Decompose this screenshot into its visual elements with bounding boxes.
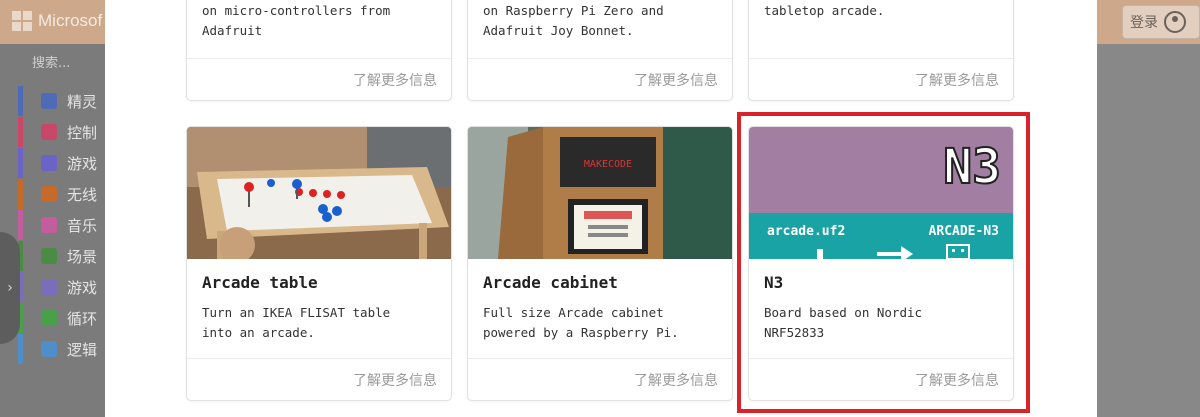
paper-plane-icon xyxy=(41,93,57,109)
expand-sidebar-button[interactable]: › xyxy=(0,232,20,344)
toolbox-category[interactable]: 场景 xyxy=(18,241,105,271)
gamepad-icon xyxy=(41,124,57,140)
toolbox-category[interactable]: 逻辑 xyxy=(18,334,105,364)
card-footer: 了解更多信息 xyxy=(468,358,732,400)
selection-highlight xyxy=(737,112,1030,413)
microsoft-logo-icon xyxy=(12,11,32,31)
toolbox-category[interactable]: 游戏 xyxy=(18,148,105,178)
card-description: Full size Arcade cabinet powered by a Ra… xyxy=(483,305,679,340)
toolbox-category[interactable]: 循环 xyxy=(18,303,105,333)
toolbox-category-label: 无线 xyxy=(67,185,98,204)
card-adafruit[interactable]: on micro-controllers from Adafruit 了解更多信… xyxy=(186,0,452,101)
learn-more-link[interactable]: 了解更多信息 xyxy=(353,70,437,90)
toolbox-category-label: 音乐 xyxy=(67,216,98,235)
card-footer: 了解更多信息 xyxy=(187,58,451,100)
toolbox-category[interactable]: 游戏 xyxy=(18,272,105,302)
shuffle-icon xyxy=(41,341,57,357)
card-description: on Raspberry Pi Zero and Adafruit Joy Bo… xyxy=(483,3,664,38)
card-description: Turn an IKEA FLISAT table into an arcade… xyxy=(202,305,391,340)
signal-icon xyxy=(41,186,57,202)
chevron-right-icon: › xyxy=(7,280,13,296)
card-raspberry-pi-zero[interactable]: on Raspberry Pi Zero and Adafruit Joy Bo… xyxy=(467,0,733,101)
card-arcade-cabinet[interactable]: MAKECODE Arcade cabinet Full size Arcade… xyxy=(467,126,733,401)
toolbox-category-label: 游戏 xyxy=(67,278,98,297)
login-button[interactable]: 登录 xyxy=(1122,5,1200,39)
circle-icon xyxy=(41,155,57,171)
toolbox-category[interactable]: 精灵 xyxy=(18,86,105,116)
arcade-cabinet-image: MAKECODE xyxy=(468,127,732,259)
card-footer: 了解更多信息 xyxy=(468,58,732,100)
svg-text:MAKECODE: MAKECODE xyxy=(584,159,632,170)
toolbox-category-label: 逻辑 xyxy=(67,340,98,359)
toolbox-category[interactable]: 音乐 xyxy=(18,210,105,240)
card-footer: 了解更多信息 xyxy=(187,358,451,400)
workspace-background xyxy=(1097,44,1200,417)
learn-more-link[interactable]: 了解更多信息 xyxy=(353,370,437,390)
card-title: Arcade cabinet xyxy=(483,273,618,292)
toolbox-category-label: 游戏 xyxy=(67,154,98,173)
brand-name: Microsof xyxy=(38,11,103,30)
card-title: Arcade table xyxy=(202,273,318,292)
tree-icon xyxy=(41,248,57,264)
learn-more-link[interactable]: 了解更多信息 xyxy=(915,70,999,90)
card-tabletop-arcade[interactable]: tabletop arcade. 了解更多信息 xyxy=(748,0,1014,101)
card-footer: 了解更多信息 xyxy=(749,58,1013,100)
card-description: on micro-controllers from Adafruit xyxy=(202,3,391,38)
arcade-table-image xyxy=(187,127,451,259)
id-card-icon xyxy=(41,279,57,295)
toolbox-category-label: 循环 xyxy=(67,309,98,328)
login-label: 登录 xyxy=(1130,15,1158,31)
headphones-icon xyxy=(41,217,57,233)
card-description: tabletop arcade. xyxy=(764,3,885,18)
toolbox-category[interactable]: 无线 xyxy=(18,179,105,209)
learn-more-link[interactable]: 了解更多信息 xyxy=(634,70,718,90)
card-arcade-table[interactable]: Arcade table Turn an IKEA FLISAT table i… xyxy=(186,126,452,401)
user-icon xyxy=(1164,11,1186,33)
toolbox-category-label: 场景 xyxy=(67,247,98,266)
toolbox-search-input[interactable]: 搜索... xyxy=(18,48,105,74)
toolbox-category-label: 精灵 xyxy=(67,92,98,111)
loop-icon xyxy=(41,310,57,326)
toolbox-category[interactable]: 控制 xyxy=(18,117,105,147)
learn-more-link[interactable]: 了解更多信息 xyxy=(634,370,718,390)
toolbox-category-label: 控制 xyxy=(67,123,98,142)
